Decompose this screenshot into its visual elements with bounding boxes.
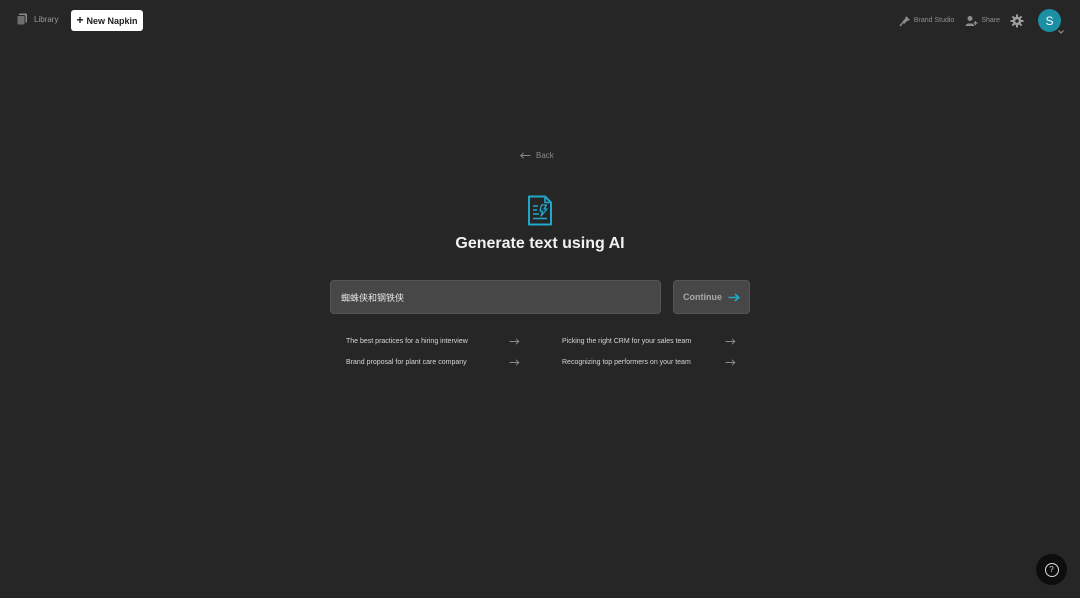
help-button[interactable]: ? <box>1036 554 1067 585</box>
share-icon <box>965 15 978 26</box>
arrow-right-icon <box>725 358 736 366</box>
brand-studio-button[interactable]: Brand Studio <box>899 15 954 27</box>
gear-icon <box>1010 14 1024 27</box>
continue-button[interactable]: Continue <box>673 280 750 314</box>
library-button[interactable]: Library <box>16 13 58 26</box>
page: Library + New Napkin Brand Studio Share … <box>0 0 1080 598</box>
suggestion-item[interactable]: Recognizing top performers on your team <box>562 354 736 370</box>
continue-label: Continue <box>683 292 722 302</box>
settings-button[interactable] <box>1010 14 1024 28</box>
topbar-actions: Brand Studio Share S <box>899 9 1064 34</box>
arrow-right-icon <box>509 337 520 345</box>
library-label: Library <box>34 15 59 24</box>
suggestion-label: Recognizing top performers on your team <box>562 358 691 366</box>
brand-studio-label: Brand Studio <box>913 17 955 24</box>
back-button[interactable]: Back <box>520 151 554 160</box>
suggestion-item[interactable]: Picking the right CRM for your sales tea… <box>562 333 736 349</box>
chevron-down-icon <box>1058 30 1064 34</box>
suggestion-label: The best practices for a hiring intervie… <box>346 337 468 345</box>
document-ai-icon <box>528 195 552 226</box>
suggestion-label: Brand proposal for plant care company <box>346 358 467 366</box>
share-button[interactable]: Share <box>965 15 1000 27</box>
top-bar: Library + New Napkin Brand Studio Share … <box>0 0 1080 40</box>
arrow-right-icon <box>509 358 520 366</box>
arrow-right-icon <box>728 292 740 302</box>
plus-icon: + <box>76 13 84 27</box>
brand-studio-icon <box>899 15 910 26</box>
library-icon <box>16 13 27 26</box>
help-icon: ? <box>1044 562 1059 577</box>
avatar-initial: S <box>1045 13 1054 28</box>
back-arrow-icon <box>520 152 531 159</box>
share-label: Share <box>981 17 1000 24</box>
arrow-right-icon <box>725 337 736 345</box>
help-glyph: ? <box>1049 565 1054 574</box>
page-title: Generate text using AI <box>455 235 625 252</box>
prompt-input[interactable] <box>330 280 661 314</box>
suggestion-label: Picking the right CRM for your sales tea… <box>562 337 692 345</box>
new-napkin-button[interactable]: + New Napkin <box>71 10 143 31</box>
suggestion-item[interactable]: Brand proposal for plant care company <box>346 354 520 370</box>
suggestion-item[interactable]: The best practices for a hiring intervie… <box>346 333 520 349</box>
user-avatar[interactable]: S <box>1038 9 1064 34</box>
new-napkin-label: New Napkin <box>86 15 138 26</box>
back-label: Back <box>536 151 554 160</box>
